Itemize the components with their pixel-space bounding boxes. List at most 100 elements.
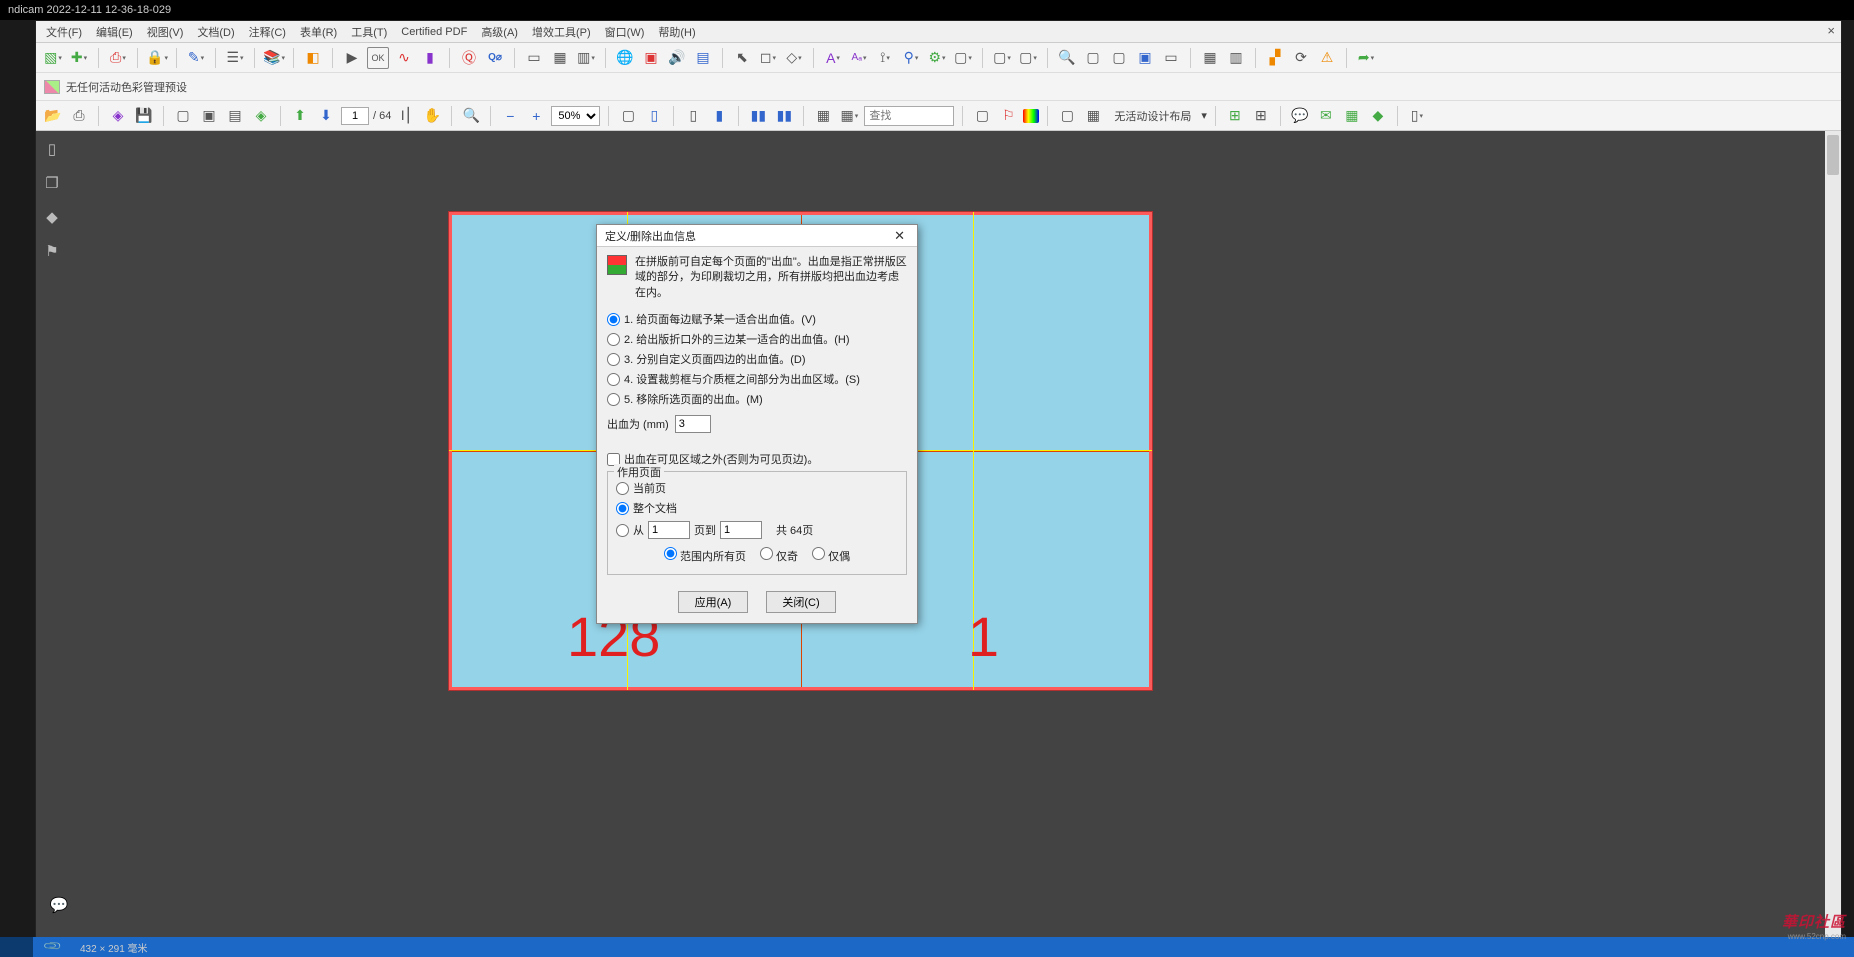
scope-all[interactable]: 整个文档 — [616, 498, 898, 518]
select-icon[interactable]: ⬉ — [731, 47, 753, 69]
menu-advanced[interactable]: 高级(A) — [475, 22, 524, 42]
film-icon[interactable]: ▤ — [692, 47, 714, 69]
mdi-close-icon[interactable]: × — [1827, 23, 1835, 38]
page-opts-icon[interactable]: ▯ — [1406, 105, 1428, 127]
menu-document[interactable]: 文档(D) — [191, 22, 240, 42]
layout-icon[interactable]: ▥ — [575, 47, 597, 69]
export-icon[interactable]: ➦ — [1355, 47, 1377, 69]
layout-grid-icon[interactable]: ▦ — [1082, 105, 1104, 127]
menu-certified[interactable]: Certified PDF — [395, 24, 473, 40]
grid-icon[interactable]: ▦ — [549, 47, 571, 69]
pages-panel-icon[interactable]: ▯ — [42, 139, 62, 159]
warn-icon[interactable]: ⚠ — [1316, 47, 1338, 69]
col2-icon[interactable]: ▮▮ — [773, 105, 795, 127]
dashed1-icon[interactable]: ▢ — [952, 47, 974, 69]
doc-icon[interactable]: ▢ — [971, 105, 993, 127]
close-button[interactable]: 关闭(C) — [766, 591, 836, 613]
sound-icon[interactable]: 🔊 — [666, 47, 688, 69]
range-even-radio[interactable] — [812, 547, 825, 560]
fit2-icon[interactable]: ▯ — [643, 105, 665, 127]
bleed-option-5[interactable]: 5. 移除所选页面的出血。(M) — [607, 389, 907, 409]
menu-help[interactable]: 帮助(H) — [652, 22, 701, 42]
scope-all-radio[interactable] — [616, 502, 629, 515]
spectrum-icon[interactable]: ◧ — [302, 47, 324, 69]
bleed-radio-1[interactable] — [607, 313, 620, 326]
save-icon[interactable]: 💾 — [133, 105, 155, 127]
ok-icon[interactable]: OK — [367, 47, 389, 69]
menu-edit[interactable]: 编辑(E) — [90, 22, 139, 42]
book-icon[interactable]: 📚 — [263, 47, 285, 69]
print2-icon[interactable]: ⎙ — [68, 105, 90, 127]
open-icon[interactable]: 📂 — [42, 105, 64, 127]
measure-icon[interactable]: ▭ — [1160, 47, 1182, 69]
img2-icon[interactable]: ▣ — [198, 105, 220, 127]
plus-icon[interactable]: + — [525, 105, 547, 127]
layout-drop-icon[interactable]: ▾ — [1201, 109, 1207, 122]
img1-icon[interactable]: ▢ — [172, 105, 194, 127]
zoomout-icon[interactable]: 🔍 — [460, 105, 482, 127]
snap2-icon[interactable]: ▢ — [1108, 47, 1130, 69]
spread1-icon[interactable]: ▯ — [682, 105, 704, 127]
bleed-value-input[interactable] — [675, 415, 711, 433]
flag-icon[interactable]: ⚐ — [997, 105, 1019, 127]
snap1-icon[interactable]: ▢ — [1082, 47, 1104, 69]
arrow-icon[interactable]: ▶ — [341, 47, 363, 69]
range-odd[interactable]: 仅奇 — [760, 547, 798, 564]
apply-button[interactable]: 应用(A) — [678, 591, 748, 613]
menu-file[interactable]: 文件(F) — [40, 22, 88, 42]
spread2-icon[interactable]: ▮ — [708, 105, 730, 127]
rotate-icon[interactable]: ⟳ — [1290, 47, 1312, 69]
text-ab-icon[interactable]: Aₐ — [848, 47, 870, 69]
puzzle-icon[interactable]: ⚙ — [926, 47, 948, 69]
copy-panel-icon[interactable]: ❐ — [42, 173, 62, 193]
menu-view[interactable]: 视图(V) — [141, 22, 190, 42]
lasso-icon[interactable]: ◇ — [783, 47, 805, 69]
bleed-option-4[interactable]: 4. 设置裁剪框与介质框之间部分为出血区域。(S) — [607, 369, 907, 389]
dashed3-icon[interactable]: ▢ — [1017, 47, 1039, 69]
layers-panel-icon[interactable]: ◆ — [42, 207, 62, 227]
scope-current-radio[interactable] — [616, 482, 629, 495]
filter-panel-icon[interactable]: ⚑ — [42, 241, 62, 261]
img3-icon[interactable]: ▤ — [224, 105, 246, 127]
bleed-radio-5[interactable] — [607, 393, 620, 406]
dropper-icon[interactable]: ⟟ — [874, 47, 896, 69]
scope-range-radio[interactable] — [616, 524, 629, 537]
scrollbar-thumb[interactable] — [1827, 135, 1839, 175]
new-doc-icon[interactable]: ▧ — [42, 47, 64, 69]
layout-label[interactable]: 无活动设计布局 — [1108, 108, 1197, 124]
curve-icon[interactable]: ∿ — [393, 47, 415, 69]
swatch2-icon[interactable]: ▥ — [1225, 47, 1247, 69]
window-icon[interactable]: ▣ — [1134, 47, 1156, 69]
export2-icon[interactable]: ◈ — [107, 105, 129, 127]
q-icon[interactable]: Ⓠ — [458, 47, 480, 69]
pin-icon[interactable]: ⚲ — [900, 47, 922, 69]
range-odd-radio[interactable] — [760, 547, 773, 560]
chart-icon[interactable]: ▮ — [419, 47, 441, 69]
range-even[interactable]: 仅偶 — [812, 547, 850, 564]
guides1-icon[interactable]: ⊞ — [1224, 105, 1246, 127]
bleed-radio-4[interactable] — [607, 373, 620, 386]
grid2-icon[interactable]: ▦ — [838, 105, 860, 127]
add-icon[interactable]: ✚ — [68, 47, 90, 69]
swatch1-icon[interactable]: ▦ — [1199, 47, 1221, 69]
text-cursor-icon[interactable]: I⎮ — [395, 105, 417, 127]
marquee-icon[interactable]: ◻ — [757, 47, 779, 69]
rainbow-icon[interactable] — [1023, 109, 1039, 123]
col1-icon[interactable]: ▮▮ — [747, 105, 769, 127]
flash-icon[interactable]: ▣ — [640, 47, 662, 69]
page-current-input[interactable] — [341, 107, 369, 125]
range-all-radio[interactable] — [664, 547, 677, 560]
menu-tools[interactable]: 工具(T) — [345, 22, 393, 42]
dialog-close-icon[interactable]: ✕ — [890, 228, 909, 244]
dashed2-icon[interactable]: ▢ — [991, 47, 1013, 69]
bleed-radio-2[interactable] — [607, 333, 620, 346]
range-all[interactable]: 范围内所有页 — [664, 547, 746, 564]
grid3-icon[interactable]: ▦ — [1341, 105, 1363, 127]
hand-icon[interactable]: ✋ — [421, 105, 443, 127]
lock-icon[interactable]: 🔒 — [146, 47, 168, 69]
scope-to-input[interactable] — [720, 521, 762, 539]
crop-icon[interactable]: ▞ — [1264, 47, 1286, 69]
globe-icon[interactable]: 🌐 — [614, 47, 636, 69]
list-icon[interactable]: ☰ — [224, 47, 246, 69]
zoom-icon[interactable]: 🔍 — [1056, 47, 1078, 69]
